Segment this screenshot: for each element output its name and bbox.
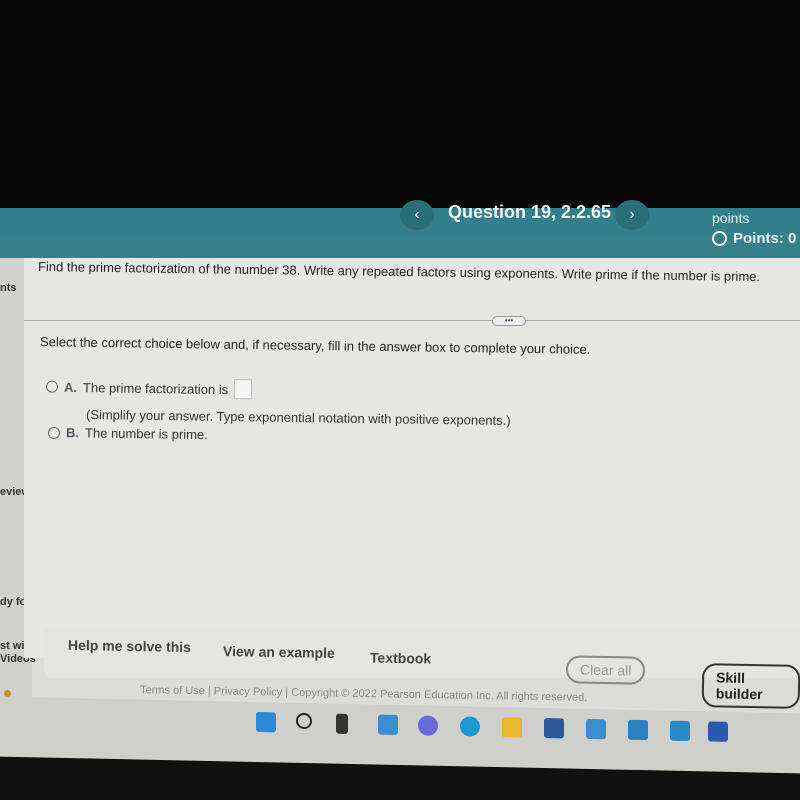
option-a[interactable]: A. The prime factorization is	[45, 377, 253, 400]
microsoft-store-icon[interactable]	[544, 718, 564, 739]
radio-a[interactable]	[45, 380, 59, 393]
circle-icon	[712, 231, 727, 246]
option-text: The prime factorization is	[82, 379, 229, 397]
word-icon[interactable]	[708, 721, 728, 742]
widgets-icon[interactable]	[336, 713, 348, 734]
textbook-button[interactable]: Textbook	[370, 649, 431, 666]
option-b[interactable]: B. The number is prime.	[47, 425, 208, 443]
option-letter: A.	[63, 379, 78, 395]
answer-input[interactable]	[234, 379, 253, 400]
more-button[interactable]: •••	[492, 316, 526, 326]
windows-start-icon[interactable]	[256, 711, 276, 733]
help-me-solve-button[interactable]: Help me solve this	[68, 637, 191, 655]
file-explorer-icon[interactable]	[502, 717, 522, 738]
mail-icon[interactable]	[586, 718, 606, 740]
help-toolbar: Help me solve this View an example Textb…	[44, 628, 800, 709]
points-label: points	[712, 210, 750, 226]
view-example-button[interactable]: View an example	[223, 643, 335, 661]
clear-all-button[interactable]: Clear all	[565, 655, 646, 685]
points-text: Points: 0	[733, 230, 797, 247]
skill-builder-button[interactable]: Skill builder	[701, 663, 800, 709]
instruction: Select the correct choice below and, if …	[39, 334, 591, 357]
bezel	[0, 0, 800, 208]
option-text: The number is prime.	[84, 425, 208, 443]
option-letter: B.	[65, 425, 80, 441]
points-status: Points: 0	[712, 230, 796, 247]
question-title: Question 19, 2.2.65	[448, 202, 612, 222]
option-a-hint: (Simplify your answer. Type exponential …	[85, 407, 511, 428]
question-header: ‹ Question 19, 2.2.65 › points Points: 0	[0, 200, 800, 258]
edge-icon[interactable]	[460, 716, 480, 737]
next-question-button[interactable]: ›	[615, 200, 649, 230]
sidebar-item-points[interactable]: nts	[0, 282, 17, 294]
search-icon[interactable]	[296, 712, 312, 730]
radio-b[interactable]	[47, 426, 61, 439]
teams-chat-icon[interactable]	[418, 715, 438, 736]
app-icon[interactable]	[628, 719, 648, 741]
prev-question-button[interactable]: ‹	[400, 200, 434, 230]
question-content: Find the prime factorization of the numb…	[24, 258, 800, 658]
divider	[24, 320, 800, 321]
task-view-icon[interactable]	[378, 714, 398, 735]
app2-icon[interactable]	[670, 720, 690, 742]
question-prompt: Find the prime factorization of the numb…	[37, 258, 761, 285]
